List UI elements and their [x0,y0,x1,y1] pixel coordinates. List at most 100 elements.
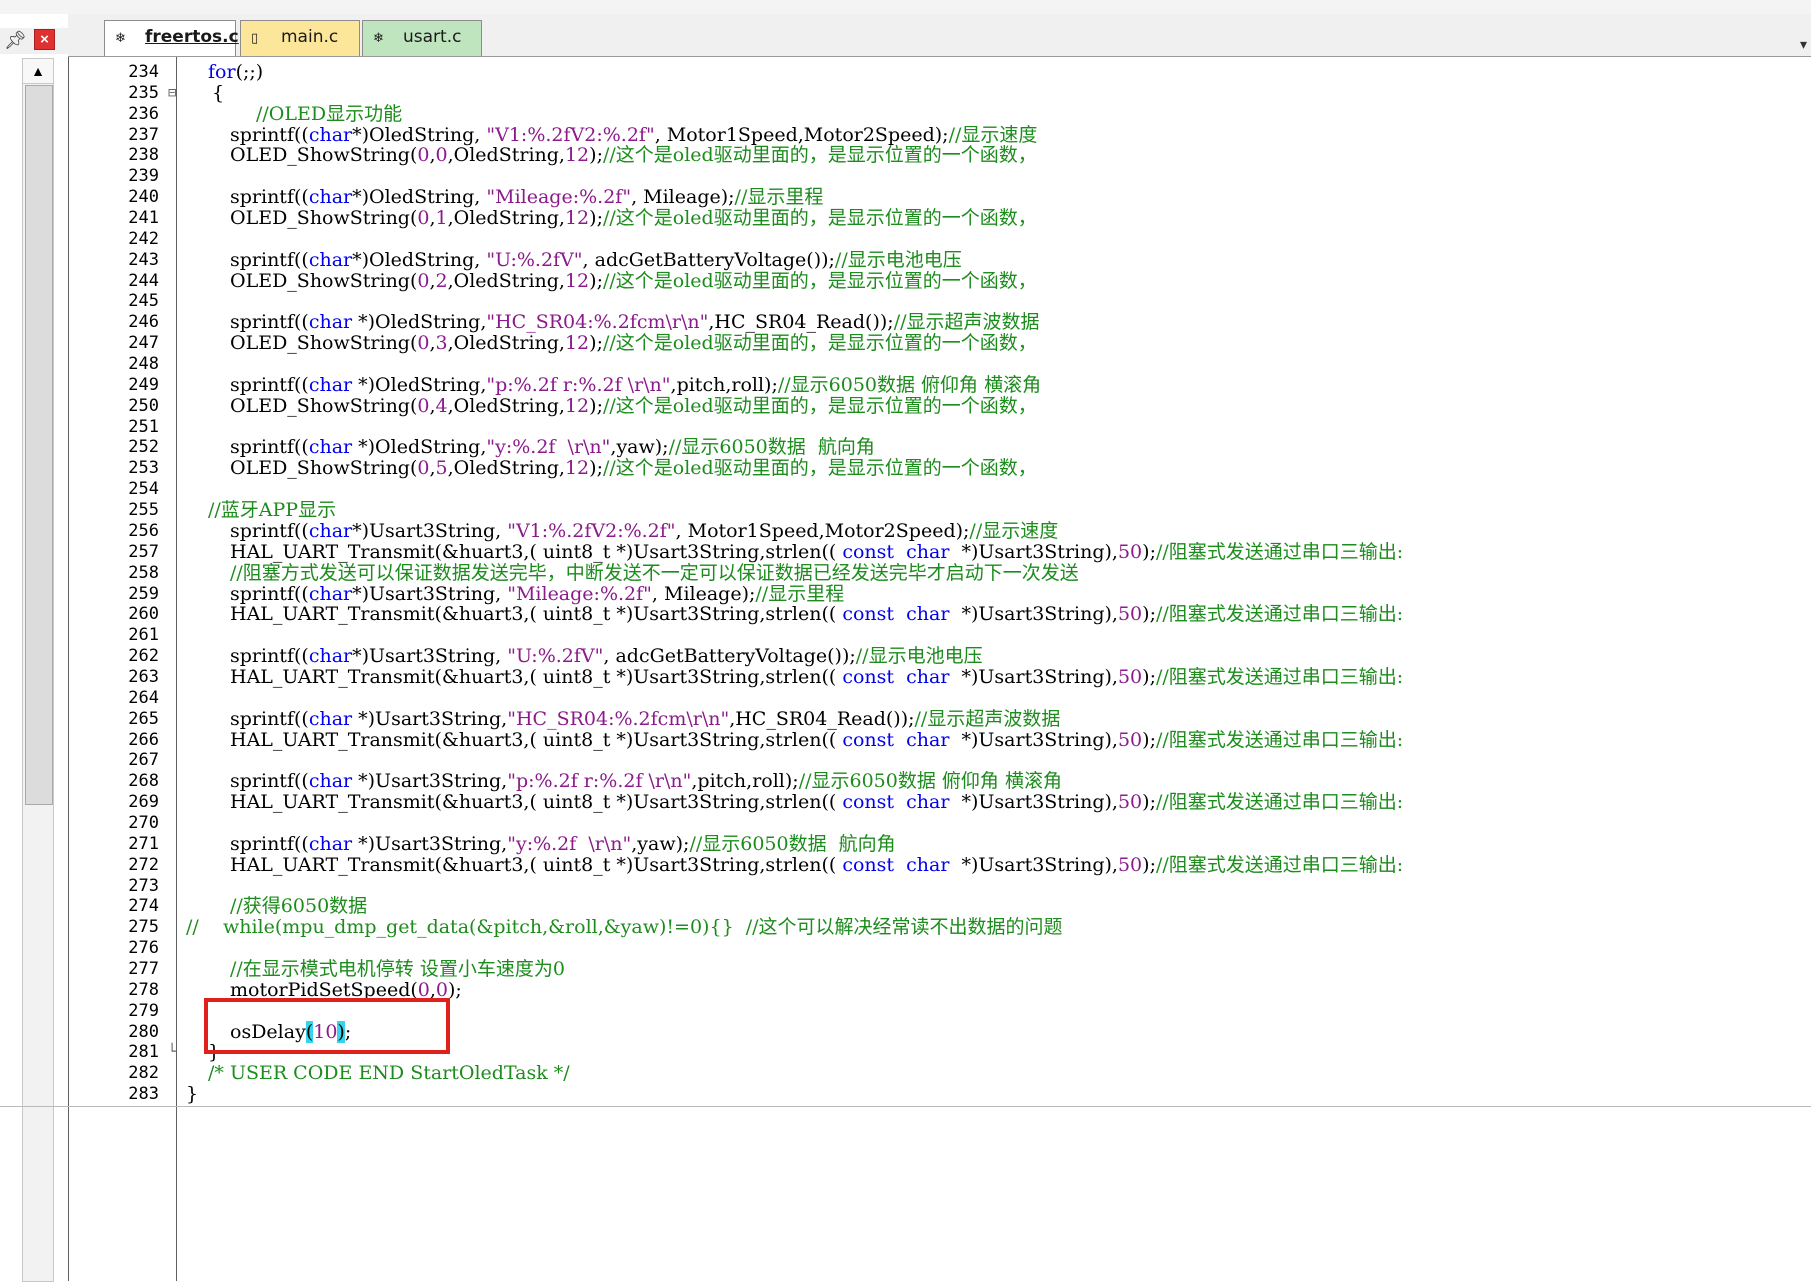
code-token: , Motor1Speed,Motor2Speed); [675,519,970,542]
code-line[interactable]: 253 OLED_ShowString(0,5,OledString,12);//… [68,458,1811,478]
code-token: ); [1142,791,1156,814]
code-line[interactable]: 234 for(;;) [68,62,1811,82]
code-line[interactable]: 248 [68,354,1811,374]
line-number: 269 [128,792,159,813]
code-line[interactable]: 282 /* USER CODE END StartOledTask */ [68,1063,1811,1083]
code-line[interactable]: 265 sprintf((char *)Usart3String,"HC_SR04… [68,709,1811,729]
line-number: 258 [128,562,159,583]
code-token: sprintf(( [230,832,309,855]
code-token: char [308,186,353,209]
code-line[interactable]: 249 sprintf((char *)OledString,"p:%.2f r:… [68,375,1811,395]
code-line[interactable]: 266 HAL_UART_Transmit(&huart3,( uint8_t *… [68,730,1811,750]
fold-marker-icon[interactable]: ⊟ [168,83,176,103]
code-line[interactable]: 272 HAL_UART_Transmit(&huart3,( uint8_t *… [68,855,1811,875]
code-line[interactable]: 264 [68,688,1811,708]
code-token: // while(mpu_dmp_get_data(&pitch,&roll,&… [186,916,1063,939]
code-token: ,HC_SR04_Read()); [729,707,915,730]
code-line[interactable]: 270 [68,813,1811,833]
tab-usart-c[interactable]: ❄ usart.c [362,20,482,56]
code-token: //获得6050数据 [230,895,368,918]
code-text: sprintf((char*)Usart3String, "V1:%.2fV2:… [230,521,1058,541]
code-line[interactable]: 267 [68,750,1811,770]
code-line[interactable]: 244 OLED_ShowString(0,2,OledString,12);//… [68,271,1811,291]
code-line[interactable]: 243 sprintf((char*)OledString, "U:%.2fV",… [68,250,1811,270]
tab-main-c[interactable]: ▯ main.c [240,20,360,56]
code-text: sprintf((char *)Usart3String,"HC_SR04:%.… [230,709,1060,729]
code-line[interactable]: 245 [68,291,1811,311]
pin-icon[interactable]: 📌︎ [4,30,27,51]
toolbar-icon-1[interactable] [14,0,30,8]
code-line[interactable]: 237 sprintf((char*)OledString, "V1:%.2fV2… [68,125,1811,145]
line-number: 260 [128,604,159,625]
code-token: HAL_UART_Transmit(&huart3,( uint8_t *)Us… [230,603,843,626]
code-token: 5 [435,457,448,480]
code-line[interactable]: 255 //蓝牙APP显示 [68,500,1811,520]
code-line[interactable]: 246 sprintf((char *)OledString,"HC_SR04:%… [68,312,1811,332]
code-token: //这个是oled驱动里面的，是显示位置的一个函数， [602,457,1037,480]
code-token: char [308,123,353,146]
code-line[interactable]: 278 motorPidSetSpeed(0,0); [68,980,1811,1000]
code-line[interactable]: 236 //OLED显示功能 [68,104,1811,124]
code-line[interactable]: 269 HAL_UART_Transmit(&huart3,( uint8_t *… [68,792,1811,812]
code-line[interactable]: 240 sprintf((char*)OledString, "Mileage:%… [68,187,1811,207]
code-token: sprintf(( [230,436,309,459]
editor-bottom-edge [0,1106,1811,1107]
code-token: , adcGetBatteryVoltage()); [582,248,835,271]
code-line[interactable]: 247 OLED_ShowString(0,3,OledString,12);//… [68,333,1811,353]
code-line[interactable]: 259 sprintf((char*)Usart3String, "Mileage… [68,584,1811,604]
line-number: 265 [128,708,159,729]
code-line[interactable]: 254 [68,479,1811,499]
code-token: for [208,61,236,83]
code-line[interactable]: 252 sprintf((char *)OledString,"y:%.2f \r… [68,437,1811,457]
code-line[interactable]: 277 //在显示模式电机停转 设置小车速度为0 [68,959,1811,979]
line-number: 254 [128,479,159,500]
close-icon[interactable]: × [34,29,55,50]
line-number: 279 [128,1000,159,1021]
tab-freertos-c[interactable]: ❄ freertos.c [104,20,239,56]
code-line[interactable]: 242 [68,229,1811,249]
code-token: const char [842,665,950,688]
code-line[interactable]: 256 sprintf((char*)Usart3String, "V1:%.2f… [68,521,1811,541]
code-line[interactable]: 238 OLED_ShowString(0,0,OledString,12);//… [68,145,1811,165]
code-line[interactable]: 262 sprintf((char*)Usart3String, "U:%.2fV… [68,646,1811,666]
code-line[interactable]: 235 ⊟ { [68,83,1811,103]
code-line[interactable]: 261 [68,625,1811,645]
code-text: sprintf((char*)OledString, "V1:%.2fV2:%.… [230,125,1037,145]
tab-overflow-icon[interactable]: ▾ [1800,36,1807,53]
code-line[interactable]: 239 [68,166,1811,186]
code-line[interactable]: 276 [68,938,1811,958]
tab-label: freertos.c [145,27,239,47]
code-line[interactable]: 274 //获得6050数据 [68,896,1811,916]
code-line[interactable]: 257 HAL_UART_Transmit(&huart3,( uint8_t *… [68,542,1811,562]
code-token: ,OledString, [447,207,565,230]
scroll-up-button[interactable]: ▲ [23,59,53,84]
code-token: //这个是oled驱动里面的，是显示位置的一个函数， [602,394,1037,417]
code-token: ); [589,207,603,230]
line-number: 283 [128,1084,159,1105]
line-number: 248 [128,354,159,375]
code-line[interactable]: 268 sprintf((char *)Usart3String,"p:%.2f … [68,771,1811,791]
code-line[interactable]: 250 OLED_ShowString(0,4,OledString,12);//… [68,396,1811,416]
code-line[interactable]: 241 OLED_ShowString(0,1,OledString,12);//… [68,208,1811,228]
code-line[interactable]: 251 [68,417,1811,437]
code-token: *)Usart3String), [949,665,1118,688]
code-line[interactable]: 273 [68,876,1811,896]
code-text: HAL_UART_Transmit(&huart3,( uint8_t *)Us… [230,542,1403,562]
code-token: //阻塞式发送通过串口三输出: [1155,540,1404,563]
code-token: ,yaw); [610,436,669,459]
code-token: ,yaw); [631,832,690,855]
code-line[interactable]: 283} [68,1084,1811,1104]
code-token: 50 [1117,540,1143,563]
code-line[interactable]: 263 HAL_UART_Transmit(&huart3,( uint8_t *… [68,667,1811,687]
toolbar-icon-2[interactable] [44,0,60,8]
code-token: , adcGetBatteryVoltage()); [603,645,856,668]
code-line[interactable]: 275 // while(mpu_dmp_get_data(&pitch,&rol… [68,917,1811,937]
fold-marker-icon[interactable]: └ [168,1042,176,1062]
scroll-thumb[interactable] [25,85,53,805]
code-line[interactable]: 271 sprintf((char *)Usart3String,"y:%.2f … [68,834,1811,854]
code-line[interactable]: 260 HAL_UART_Transmit(&huart3,( uint8_t *… [68,604,1811,624]
vertical-scrollbar[interactable]: ▲ [22,58,54,1282]
code-token: *)Usart3String, [352,645,508,668]
code-token: 50 [1117,853,1143,876]
code-line[interactable]: 258 //阻塞方式发送可以保证数据发送完毕，中断发送不一定可以保证数据已经发送完… [68,563,1811,583]
